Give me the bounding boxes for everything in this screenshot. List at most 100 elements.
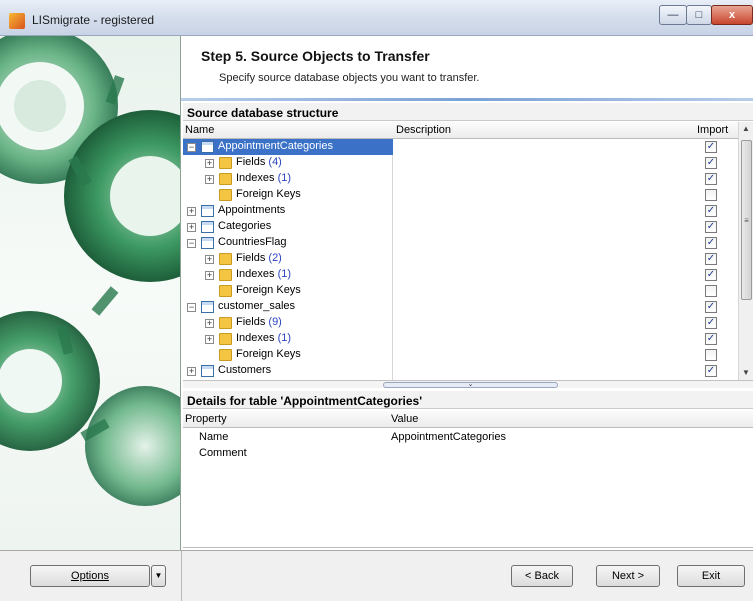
splitter-grip-icon[interactable]: ⌄: [383, 381, 558, 388]
import-checkbox[interactable]: ✓: [705, 205, 717, 217]
tree-row[interactable]: + Appointments ✓: [183, 203, 738, 219]
tree-row[interactable]: + Customers ✓: [183, 363, 738, 379]
tree-row-label: Foreign Keys: [236, 188, 301, 200]
options-button[interactable]: Options: [30, 565, 150, 587]
header-divider: [181, 98, 753, 101]
column-property[interactable]: Property: [185, 413, 227, 425]
folder-icon: [219, 253, 232, 265]
options-dropdown-icon[interactable]: ▼: [151, 565, 166, 587]
tree-row-name-cell[interactable]: + Fields (2): [183, 251, 393, 267]
scroll-up-arrow-icon[interactable]: ▲: [739, 122, 753, 136]
column-name[interactable]: Name: [185, 124, 214, 136]
structure-tree[interactable]: − AppointmentCategories ✓ + Fields (4) ✓ + Inde…: [183, 139, 738, 380]
next-button[interactable]: Next >: [596, 565, 660, 587]
scroll-thumb[interactable]: ≡: [741, 140, 752, 300]
tree-row-name-cell[interactable]: + Indexes (1): [183, 331, 393, 347]
import-checkbox[interactable]: ✓: [705, 221, 717, 233]
folder-icon: [219, 157, 232, 169]
import-checkbox[interactable]: ✓: [705, 269, 717, 281]
collapse-icon[interactable]: −: [187, 303, 196, 312]
maximize-button[interactable]: □: [686, 5, 712, 25]
import-checkbox[interactable]: ✓: [705, 141, 717, 153]
folder-icon: [219, 285, 232, 297]
expand-icon[interactable]: +: [205, 255, 214, 264]
close-button[interactable]: x: [711, 5, 753, 25]
tree-row[interactable]: + Fields (2) ✓: [183, 251, 738, 267]
tree-row[interactable]: + Indexes (1) ✓: [183, 267, 738, 283]
minimize-button[interactable]: —: [659, 5, 687, 25]
tree-row[interactable]: − CountriesFlag ✓: [183, 235, 738, 251]
tree-row-name-cell[interactable]: Foreign Keys: [183, 187, 393, 203]
import-checkbox[interactable]: ✓: [705, 157, 717, 169]
tree-row-name-cell[interactable]: + Fields (9): [183, 315, 393, 331]
import-checkbox[interactable]: ✓: [705, 301, 717, 313]
column-description[interactable]: Description: [396, 124, 451, 136]
footer-divider: [181, 551, 182, 601]
folder-icon: [219, 173, 232, 185]
expand-icon[interactable]: +: [205, 335, 214, 344]
tree-row-name-cell[interactable]: − customer_sales: [183, 299, 393, 315]
tree-row[interactable]: + Indexes (1) ✓: [183, 171, 738, 187]
tree-row[interactable]: + Categories ✓: [183, 219, 738, 235]
import-checkbox[interactable]: ✓: [705, 173, 717, 185]
column-value[interactable]: Value: [391, 413, 418, 425]
object-count: (1): [277, 172, 292, 184]
expand-icon[interactable]: +: [205, 159, 214, 168]
pane-splitter[interactable]: ⌄: [183, 380, 753, 388]
scroll-down-arrow-icon[interactable]: ▼: [739, 366, 753, 380]
tree-row[interactable]: + Fields (9) ✓: [183, 315, 738, 331]
tree-row-label: Fields (4): [236, 156, 282, 168]
import-checkbox[interactable]: ✓: [705, 285, 717, 297]
object-name: AppointmentCategories: [218, 140, 333, 152]
tree-row-name-cell[interactable]: + Customers: [183, 363, 393, 379]
import-checkbox[interactable]: ✓: [705, 253, 717, 265]
tree-row-name-cell[interactable]: + Fields (4): [183, 155, 393, 171]
expand-icon[interactable]: +: [205, 175, 214, 184]
wizard-side-image: [0, 36, 181, 550]
table-icon: [201, 365, 214, 377]
tree-row[interactable]: − customer_sales ✓: [183, 299, 738, 315]
object-name: Indexes: [236, 172, 278, 184]
tree-row-name-cell[interactable]: + Indexes (1): [183, 171, 393, 187]
tree-row[interactable]: Foreign Keys ✓: [183, 283, 738, 299]
back-button[interactable]: < Back: [511, 565, 573, 587]
object-name: Indexes: [236, 332, 278, 344]
tree-row-name-cell[interactable]: − CountriesFlag: [183, 235, 393, 251]
tree-row-name-cell[interactable]: + Appointments: [183, 203, 393, 219]
details-row[interactable]: Name AppointmentCategories: [183, 429, 753, 445]
tree-row-name-cell[interactable]: Foreign Keys: [183, 347, 393, 363]
expand-icon[interactable]: +: [187, 207, 196, 216]
object-count: (2): [268, 252, 282, 264]
property-name: Name: [199, 431, 229, 443]
column-import[interactable]: Import: [697, 124, 728, 136]
expand-icon[interactable]: +: [205, 271, 214, 280]
table-icon: [201, 141, 214, 153]
tree-row-label: Fields (9): [236, 316, 282, 328]
tree-row[interactable]: Foreign Keys ✓: [183, 187, 738, 203]
object-count: (4): [268, 156, 282, 168]
collapse-icon[interactable]: −: [187, 239, 196, 248]
import-checkbox[interactable]: ✓: [705, 237, 717, 249]
import-checkbox[interactable]: ✓: [705, 333, 717, 345]
tree-row[interactable]: − AppointmentCategories ✓: [183, 139, 738, 155]
details-row[interactable]: Comment: [183, 445, 753, 461]
import-checkbox[interactable]: ✓: [705, 189, 717, 201]
object-count: (9): [268, 316, 282, 328]
import-checkbox[interactable]: ✓: [705, 365, 717, 377]
table-icon: [201, 237, 214, 249]
tree-row-name-cell[interactable]: Foreign Keys: [183, 283, 393, 299]
tree-row[interactable]: + Indexes (1) ✓: [183, 331, 738, 347]
collapse-icon[interactable]: −: [187, 143, 196, 152]
tree-row-name-cell[interactable]: + Categories: [183, 219, 393, 235]
tree-row[interactable]: Foreign Keys ✓: [183, 347, 738, 363]
expand-icon[interactable]: +: [187, 367, 196, 376]
tree-row-name-cell[interactable]: − AppointmentCategories: [183, 139, 393, 155]
tree-row-name-cell[interactable]: + Indexes (1): [183, 267, 393, 283]
import-checkbox[interactable]: ✓: [705, 349, 717, 361]
import-checkbox[interactable]: ✓: [705, 317, 717, 329]
structure-scrollbar[interactable]: ▲ ≡ ▼: [738, 122, 753, 380]
expand-icon[interactable]: +: [205, 319, 214, 328]
expand-icon[interactable]: +: [187, 223, 196, 232]
exit-button[interactable]: Exit: [677, 565, 745, 587]
tree-row[interactable]: + Fields (4) ✓: [183, 155, 738, 171]
